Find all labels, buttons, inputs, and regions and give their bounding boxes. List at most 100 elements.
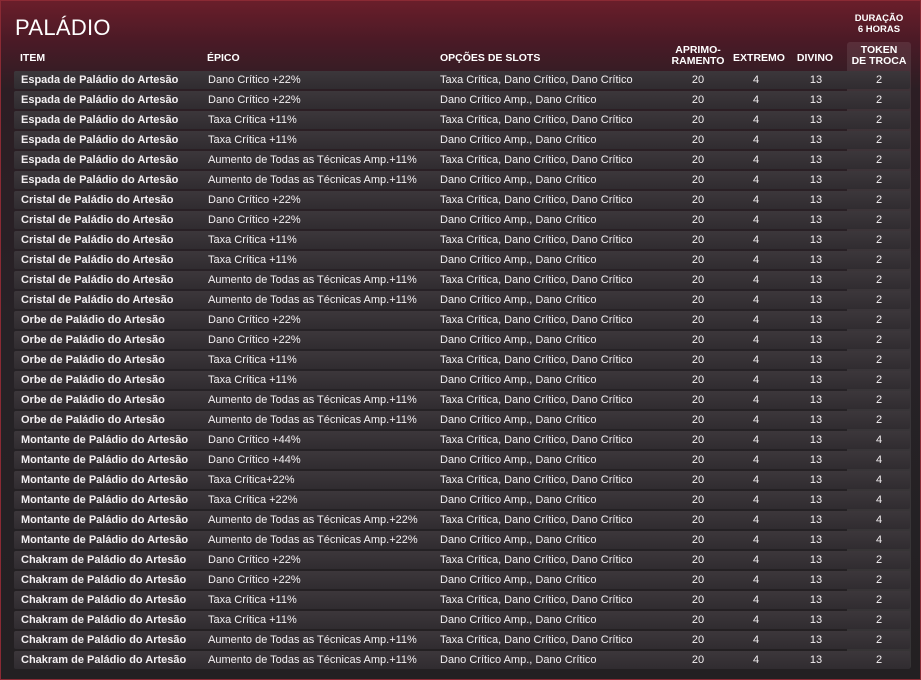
cell-epic: Dano Crítico +22%: [208, 314, 301, 326]
table-row: Espada de Paládio do Artesão Dano Crítico…: [14, 71, 910, 89]
cell-divine: 13: [809, 494, 823, 506]
table-header: ITEM ÉPICO OPÇÕES DE SLOTS APRIMO- RAMEN…: [1, 43, 920, 69]
cell-item: Montante de Paládio do Artesão: [21, 534, 189, 546]
cell-item: Chakram de Paládio do Artesão: [21, 654, 187, 666]
cell-divine: 13: [809, 474, 823, 486]
cell-aprimoramento: 20: [691, 154, 705, 166]
cell-token: 2: [875, 634, 883, 646]
cell-epic: Aumento de Todas as Técnicas Amp.+11%: [208, 274, 417, 286]
cell-slots: Dano Crítico Amp., Dano Crítico: [440, 494, 597, 506]
cell-token: 2: [875, 394, 883, 406]
table-row: Cristal de Paládio do Artesão Taxa Crític…: [14, 251, 910, 269]
cell-epic: Dano Crítico +22%: [208, 194, 301, 206]
cell-divine: 13: [809, 134, 823, 146]
table-row: Montante de Paládio do Artesão Dano Críti…: [14, 431, 910, 449]
cell-aprimoramento: 20: [691, 354, 705, 366]
cell-epic: Dano Crítico +22%: [208, 574, 301, 586]
cell-slots: Dano Crítico Amp., Dano Crítico: [440, 334, 597, 346]
cell-epic: Aumento de Todas as Técnicas Amp.+11%: [208, 174, 417, 186]
cell-epic: Taxa Crítica +11%: [208, 374, 297, 386]
cell-item: Orbe de Paládio do Artesão: [21, 414, 165, 426]
cell-item: Espada de Paládio do Artesão: [21, 154, 179, 166]
cell-divine: 13: [809, 214, 823, 226]
cell-extreme: 4: [752, 634, 760, 646]
header-epic: ÉPICO: [207, 52, 240, 64]
cell-slots: Dano Crítico Amp., Dano Crítico: [440, 454, 597, 466]
cell-item: Espada de Paládio do Artesão: [21, 134, 179, 146]
cell-item: Cristal de Paládio do Artesão: [21, 214, 174, 226]
table-row: Chakram de Paládio do Artesão Dano Crític…: [14, 571, 910, 589]
cell-token: 2: [875, 134, 883, 146]
cell-item: Espada de Paládio do Artesão: [21, 174, 179, 186]
cell-aprimoramento: 20: [691, 654, 705, 666]
cell-aprimoramento: 20: [691, 414, 705, 426]
cell-extreme: 4: [752, 654, 760, 666]
cell-slots: Taxa Crítica, Dano Crítico, Dano Crítico: [440, 634, 633, 646]
cell-epic: Dano Crítico +22%: [208, 214, 301, 226]
cell-extreme: 4: [752, 254, 760, 266]
cell-divine: 13: [809, 454, 823, 466]
cell-slots: Dano Crítico Amp., Dano Crítico: [440, 374, 597, 386]
cell-epic: Taxa Crítica +11%: [208, 254, 297, 266]
table-row: Cristal de Paládio do Artesão Dano Crític…: [14, 211, 910, 229]
cell-divine: 13: [809, 514, 823, 526]
cell-token: 2: [875, 654, 883, 666]
cell-token: 2: [875, 294, 883, 306]
cell-token: 2: [875, 254, 883, 266]
cell-slots: Dano Crítico Amp., Dano Crítico: [440, 534, 597, 546]
duration-line-1: DURAÇÃO: [854, 13, 904, 24]
cell-extreme: 4: [752, 174, 760, 186]
cell-extreme: 4: [752, 414, 760, 426]
header-token: TOKEN DE TROCA: [847, 45, 911, 67]
cell-extreme: 4: [752, 614, 760, 626]
table-row: Espada de Paládio do Artesão Aumento de T…: [14, 151, 910, 169]
cell-epic: Taxa Crítica +22%: [208, 494, 298, 506]
table-row: Espada de Paládio do Artesão Dano Crítico…: [14, 91, 910, 109]
table-row: Cristal de Paládio do Artesão Dano Crític…: [14, 191, 910, 209]
cell-token: 2: [875, 274, 883, 286]
header-slots: OPÇÕES DE SLOTS: [440, 52, 541, 64]
cell-aprimoramento: 20: [691, 474, 705, 486]
cell-extreme: 4: [752, 554, 760, 566]
cell-token: 2: [875, 574, 883, 586]
cell-slots: Taxa Crítica, Dano Crítico, Dano Crítico: [440, 474, 633, 486]
cell-token: 4: [875, 474, 883, 486]
cell-slots: Taxa Crítica, Dano Crítico, Dano Crítico: [440, 234, 633, 246]
cell-extreme: 4: [752, 114, 760, 126]
cell-extreme: 4: [752, 274, 760, 286]
cell-extreme: 4: [752, 154, 760, 166]
cell-aprimoramento: 20: [691, 394, 705, 406]
cell-epic: Dano Crítico +44%: [208, 434, 301, 446]
cell-extreme: 4: [752, 334, 760, 346]
cell-item: Espada de Paládio do Artesão: [21, 74, 179, 86]
table-row: Orbe de Paládio do Artesão Aumento de Tod…: [14, 391, 910, 409]
table-row: Chakram de Paládio do Artesão Aumento de …: [14, 651, 910, 669]
cell-slots: Dano Crítico Amp., Dano Crítico: [440, 134, 597, 146]
header-item: ITEM: [20, 52, 46, 64]
cell-epic: Aumento de Todas as Técnicas Amp.+11%: [208, 654, 417, 666]
cell-token: 4: [875, 534, 883, 546]
cell-aprimoramento: 20: [691, 574, 705, 586]
cell-epic: Taxa Crítica +11%: [208, 114, 297, 126]
cell-divine: 13: [809, 94, 823, 106]
cell-item: Chakram de Paládio do Artesão: [21, 614, 187, 626]
cell-token: 2: [875, 334, 883, 346]
cell-epic: Dano Crítico +22%: [208, 554, 301, 566]
cell-extreme: 4: [752, 534, 760, 546]
cell-divine: 13: [809, 634, 823, 646]
cell-epic: Taxa Crítica +11%: [208, 234, 297, 246]
cell-aprimoramento: 20: [691, 134, 705, 146]
cell-divine: 13: [809, 414, 823, 426]
cell-epic: Taxa Crítica +11%: [208, 134, 297, 146]
cell-slots: Taxa Crítica, Dano Crítico, Dano Crítico: [440, 314, 633, 326]
cell-item: Chakram de Paládio do Artesão: [21, 634, 187, 646]
cell-item: Cristal de Paládio do Artesão: [21, 194, 174, 206]
cell-divine: 13: [809, 594, 823, 606]
cell-slots: Dano Crítico Amp., Dano Crítico: [440, 254, 597, 266]
palladium-table-panel: PALÁDIO DURAÇÃO 6 HORAS ITEM ÉPICO OPÇÕE…: [0, 0, 921, 680]
cell-aprimoramento: 20: [691, 334, 705, 346]
header-token-line-2: DE TROCA: [851, 55, 907, 67]
cell-item: Montante de Paládio do Artesão: [21, 474, 189, 486]
cell-item: Chakram de Paládio do Artesão: [21, 554, 187, 566]
cell-aprimoramento: 20: [691, 514, 705, 526]
